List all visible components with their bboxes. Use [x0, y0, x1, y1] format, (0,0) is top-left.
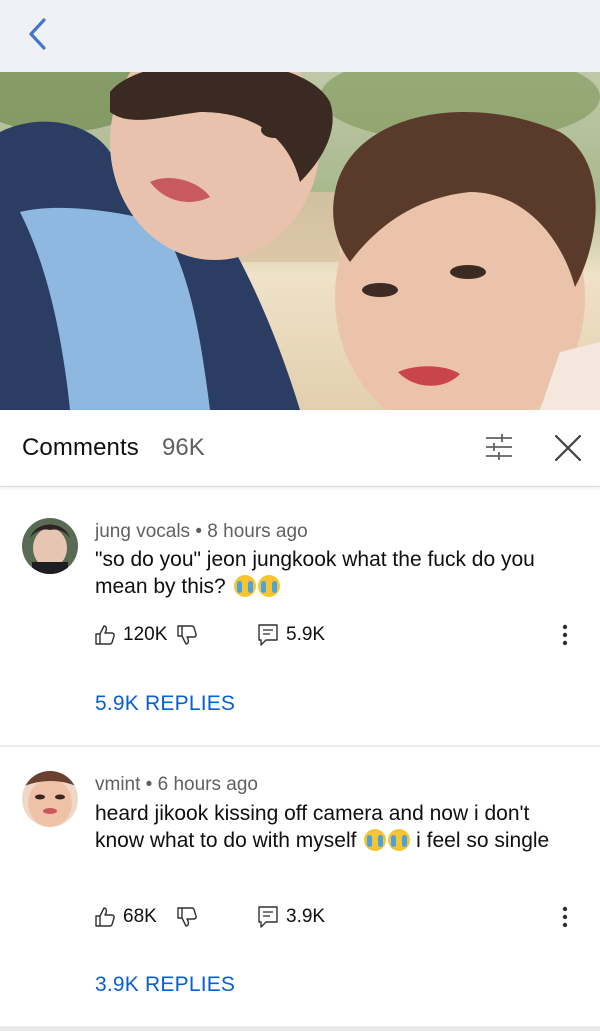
comment-text: heard jikook kissing off camera and now …: [95, 800, 575, 854]
chevron-left-icon: [29, 18, 46, 50]
avatar[interactable]: [22, 771, 78, 827]
comment-meta: jung vocals • 8 hours ago: [95, 521, 308, 543]
thumbs-up-icon: [95, 907, 115, 927]
comments-count: 96K: [162, 434, 205, 461]
comments-title: Comments: [22, 434, 139, 461]
crying-emoji-icon: [257, 575, 280, 597]
bottom-divider: [0, 1026, 600, 1031]
thumbs-up-icon: [95, 625, 115, 645]
comment-author[interactable]: jung vocals: [95, 521, 190, 542]
photo-illustration: [0, 72, 600, 410]
comment-author[interactable]: vmint: [95, 774, 140, 795]
like-button[interactable]: 120K: [95, 620, 167, 650]
sliders-icon: [486, 434, 512, 460]
comment-text: "so do you" jeon jungkook what the fuck …: [95, 546, 575, 600]
close-comments-button[interactable]: [550, 430, 586, 466]
comment-meta: vmint • 6 hours ago: [95, 774, 258, 796]
crying-emoji-icon: [388, 829, 411, 851]
comment-item: jung vocals • 8 hours ago "so do you" je…: [0, 490, 600, 746]
comment-reply-icon: [258, 906, 278, 928]
dislike-button[interactable]: [177, 902, 197, 932]
more-options-button[interactable]: [561, 620, 569, 650]
comment-text-content-end: i feel so single: [416, 829, 550, 852]
close-icon: [554, 434, 582, 462]
like-button[interactable]: 68K: [95, 902, 157, 932]
comment-time: 8 hours ago: [207, 521, 308, 542]
comment-time: 6 hours ago: [157, 774, 258, 795]
view-replies-link[interactable]: 5.9K REPLIES: [95, 692, 235, 716]
avatar-image: [22, 518, 78, 574]
thumbs-down-icon: [177, 625, 197, 645]
like-count: 120K: [123, 624, 168, 645]
crying-emoji-icon: [233, 575, 256, 597]
reply-count: 5.9K: [286, 624, 326, 645]
meta-separator: •: [140, 774, 158, 795]
dislike-button[interactable]: [177, 620, 197, 650]
avatar-image: [22, 771, 78, 827]
comment-actions: 68K 3.9K: [95, 902, 585, 932]
crying-emoji-icon: [364, 829, 387, 851]
reply-button[interactable]: 3.9K: [258, 902, 325, 932]
reply-count: 3.9K: [286, 906, 326, 927]
video-thumbnail-photo: [0, 72, 600, 410]
comment-actions: 120K 5.9K: [95, 620, 585, 650]
back-button[interactable]: [18, 14, 58, 54]
meta-separator: •: [190, 521, 208, 542]
sort-filter-button[interactable]: [482, 430, 516, 464]
view-replies-link[interactable]: 3.9K REPLIES: [95, 973, 235, 997]
comment-reply-icon: [258, 624, 278, 646]
more-vert-icon: [562, 906, 568, 928]
reply-button[interactable]: 5.9K: [258, 620, 325, 650]
avatar[interactable]: [22, 518, 78, 574]
comment-text-content: "so do you" jeon jungkook what the fuck …: [95, 548, 535, 598]
more-options-button[interactable]: [561, 902, 569, 932]
comment-item: vmint • 6 hours ago heard jikook kissing…: [0, 747, 600, 1027]
top-bar: [0, 0, 600, 72]
more-vert-icon: [562, 624, 568, 646]
like-count: 68K: [123, 906, 157, 927]
thumbs-down-icon: [177, 907, 197, 927]
